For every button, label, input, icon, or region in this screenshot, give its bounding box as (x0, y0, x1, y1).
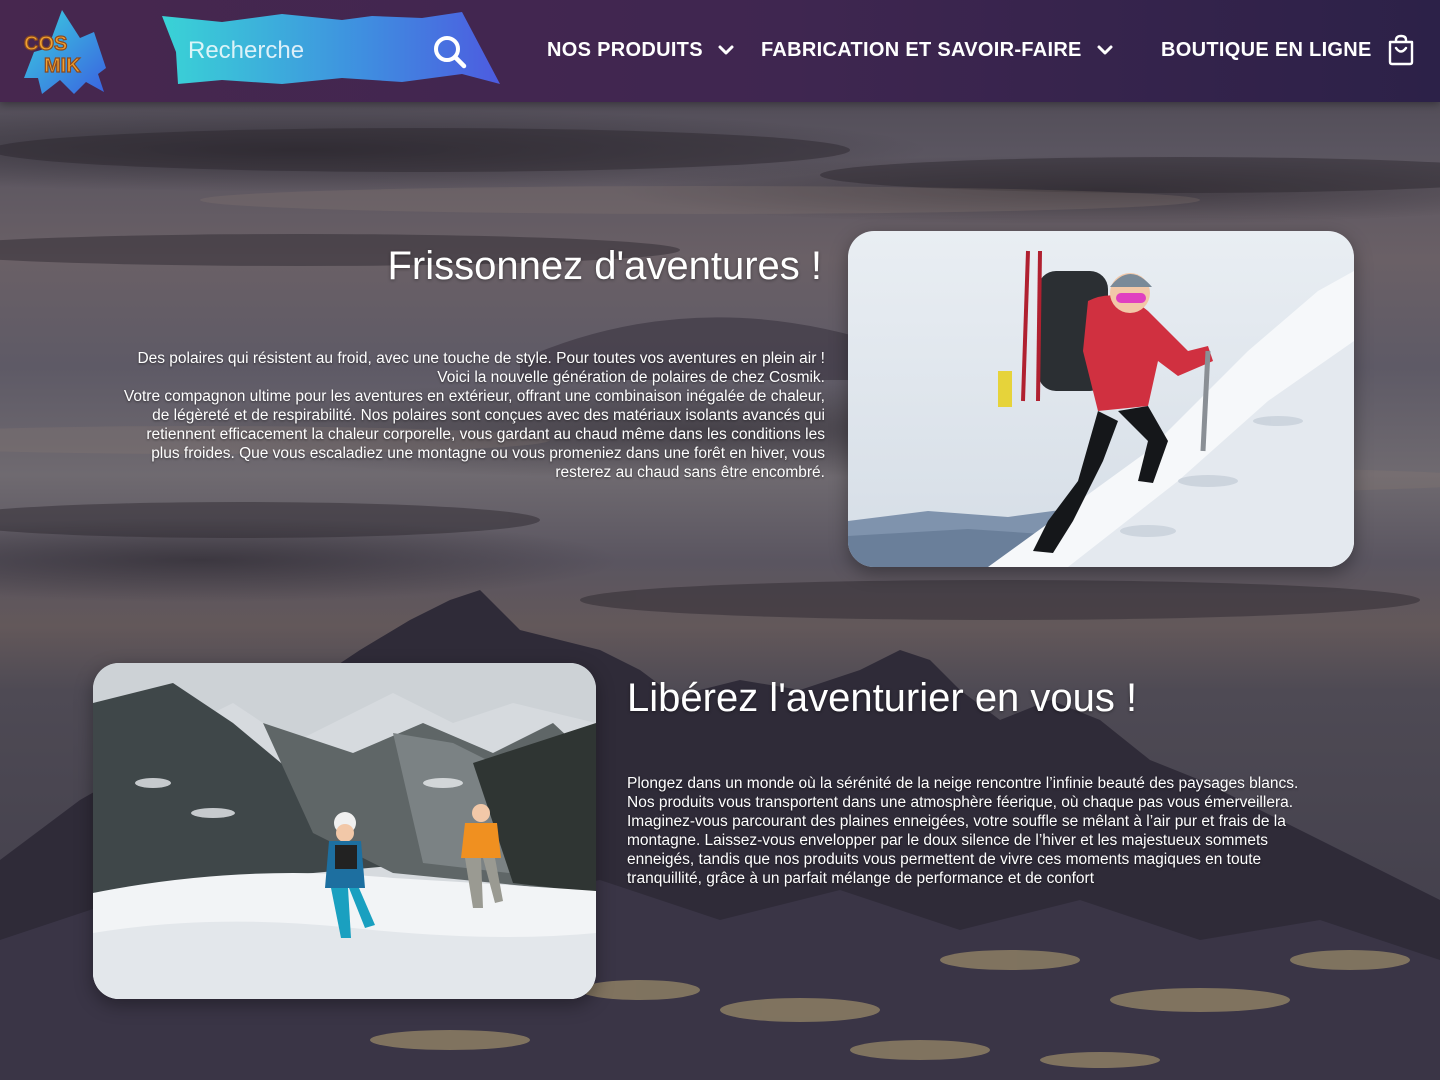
nav-boutique-label: BOUTIQUE EN LIGNE (1161, 38, 1372, 61)
mountaineer-image (848, 231, 1354, 567)
section1-line: retiennent efficacement la chaleur corpo… (146, 426, 825, 443)
section1-line: resterez au chaud sans être encombré. (555, 464, 825, 481)
search-bar (162, 12, 500, 86)
section1-line: Votre compagnon ultime pour les aventure… (123, 388, 825, 405)
nav-boutique-en-ligne[interactable]: BOUTIQUE EN LIGNE (1161, 34, 1416, 66)
section1-line: plus froides. Que vous escaladiez une mo… (151, 445, 825, 462)
chevron-down-icon (1097, 45, 1113, 55)
nav-nos-produits-label: NOS PRODUITS (547, 38, 703, 61)
logo-mountain-icon: COS MIK (23, 10, 106, 94)
nav-nos-produits[interactable]: NOS PRODUITS (547, 36, 735, 64)
cosmik-logo[interactable]: COS MIK (20, 8, 112, 96)
logo-text-bottom: MIK (44, 55, 81, 77)
chevron-down-icon (718, 45, 734, 55)
section1-line: de légèreté et de respirabilité. Nos pol… (152, 407, 825, 424)
shopping-bag-icon[interactable] (1386, 34, 1416, 66)
section1-text: Des polaires qui résistent au froid, ave… (124, 349, 825, 482)
section1-title: Frissonnez d'aventures ! (387, 244, 822, 288)
nav-fabrication[interactable]: FABRICATION ET SAVOIR-FAIRE (761, 36, 1114, 64)
section1-line: Des polaires qui résistent au froid, ave… (137, 350, 825, 367)
photo-mountaineer (848, 231, 1354, 567)
logo-text-top: COS (24, 33, 67, 55)
search-input[interactable] (188, 34, 408, 68)
search-icon[interactable] (432, 34, 468, 70)
section1-line: Voici la nouvelle génération de polaires… (437, 369, 825, 386)
nav-fabrication-label: FABRICATION ET SAVOIR-FAIRE (761, 38, 1082, 61)
site-header: COS MIK NOS PRODUITS FA (0, 0, 1440, 102)
